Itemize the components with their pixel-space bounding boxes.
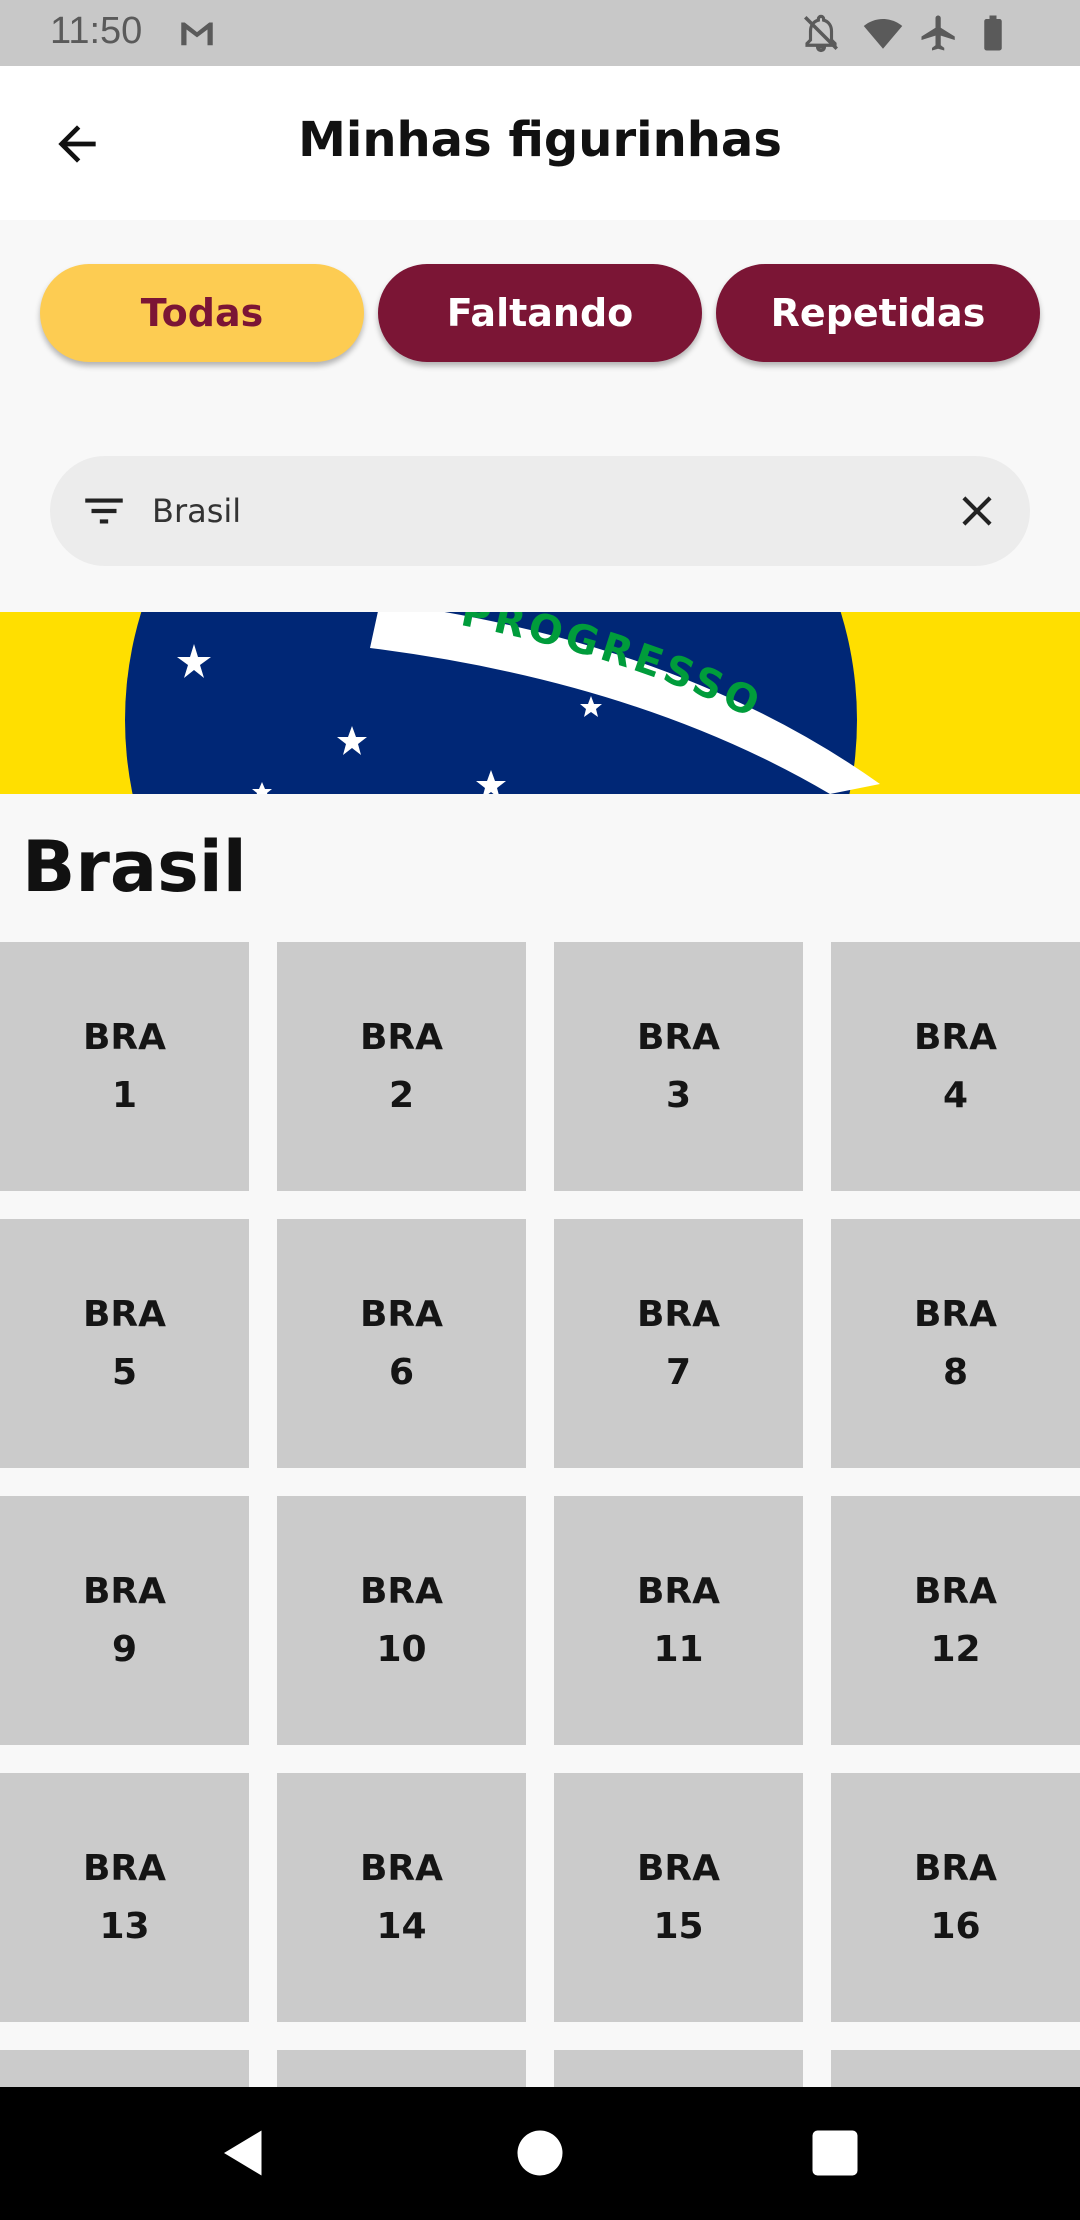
sticker-number: 4 xyxy=(942,1074,969,1116)
tab-todas[interactable]: Todas xyxy=(40,264,364,362)
filter-tabs: Todas Faltando Repetidas xyxy=(40,264,1040,362)
sticker-card[interactable]: BRA 4 xyxy=(831,942,1080,1191)
sticker-code: BRA xyxy=(913,1570,998,1612)
sticker-number: 6 xyxy=(388,1351,415,1393)
sticker-code: BRA xyxy=(359,1016,444,1058)
sticker-grid: BRA 1 BRA 2 BRA 3 BRA 4 BRA 5 BRA 6 BRA 7 BRA 8 … xyxy=(0,942,1080,2087)
notifications-off-icon xyxy=(804,14,838,53)
sticker-code: BRA xyxy=(636,1016,721,1058)
sticker-number: 16 xyxy=(930,1905,981,1947)
sticker-card[interactable]: BRA 11 xyxy=(554,1496,803,1745)
sticker-code: BRA xyxy=(636,1847,721,1889)
home-nav-icon[interactable] xyxy=(510,2123,570,2183)
close-icon[interactable] xyxy=(952,486,1002,536)
sticker-code: BRA xyxy=(359,1293,444,1335)
sticker-code: BRA xyxy=(636,1293,721,1335)
sticker-code: BRA xyxy=(913,1293,998,1335)
sticker-card[interactable]: BRA 6 xyxy=(277,1219,526,1468)
sticker-number: 7 xyxy=(665,1351,692,1393)
sticker-card[interactable] xyxy=(554,2050,803,2087)
app-bar: Minhas figurinhas xyxy=(0,66,1080,220)
brazil-flag: PROGRESSO xyxy=(0,612,1080,794)
system-nav-bar xyxy=(0,2087,1080,2220)
back-nav-icon[interactable] xyxy=(214,2123,274,2183)
sticker-number: 3 xyxy=(665,1074,692,1116)
sticker-card[interactable] xyxy=(277,2050,526,2087)
sticker-number: 14 xyxy=(376,1905,427,1947)
tab-repetidas[interactable]: Repetidas xyxy=(716,264,1040,362)
sticker-card[interactable]: BRA 7 xyxy=(554,1219,803,1468)
gmail-icon xyxy=(181,22,213,46)
sticker-code: BRA xyxy=(359,1847,444,1889)
sticker-card[interactable] xyxy=(831,2050,1080,2087)
sticker-number: 15 xyxy=(653,1905,704,1947)
sticker-number: 10 xyxy=(376,1628,427,1670)
sticker-number: 13 xyxy=(99,1905,150,1947)
sticker-number: 8 xyxy=(942,1351,969,1393)
sticker-code: BRA xyxy=(82,1570,167,1612)
sticker-card[interactable]: BRA 12 xyxy=(831,1496,1080,1745)
sticker-card[interactable]: BRA 15 xyxy=(554,1773,803,2022)
sticker-code: BRA xyxy=(82,1293,167,1335)
sticker-card[interactable]: BRA 9 xyxy=(0,1496,249,1745)
search-bar xyxy=(50,456,1030,566)
sticker-number: 11 xyxy=(653,1628,704,1670)
sticker-card[interactable]: BRA 13 xyxy=(0,1773,249,2022)
status-bar: 11:50 xyxy=(0,0,1080,66)
search-input[interactable] xyxy=(150,480,894,542)
sticker-card[interactable]: BRA 3 xyxy=(554,942,803,1191)
sticker-code: BRA xyxy=(636,1570,721,1612)
sticker-card[interactable]: BRA 10 xyxy=(277,1496,526,1745)
sticker-card[interactable] xyxy=(0,2050,249,2087)
airplane-mode-icon xyxy=(921,15,955,51)
brazil-flag-banner: PROGRESSO xyxy=(0,612,1080,794)
sticker-number: 5 xyxy=(111,1351,138,1393)
sticker-code: BRA xyxy=(913,1016,998,1058)
sticker-code: BRA xyxy=(82,1016,167,1058)
sticker-code: BRA xyxy=(82,1847,167,1889)
sticker-code: BRA xyxy=(913,1847,998,1889)
sticker-card[interactable]: BRA 2 xyxy=(277,942,526,1191)
battery-icon xyxy=(984,15,1002,51)
sticker-card[interactable]: BRA 5 xyxy=(0,1219,249,1468)
sticker-card[interactable]: BRA 1 xyxy=(0,942,249,1191)
sticker-number: 9 xyxy=(111,1628,138,1670)
status-time: 11:50 xyxy=(50,10,143,52)
sticker-card[interactable]: BRA 8 xyxy=(831,1219,1080,1468)
sticker-number: 1 xyxy=(111,1074,138,1116)
section-title: Brasil xyxy=(22,826,247,908)
sticker-code: BRA xyxy=(359,1570,444,1612)
recents-nav-icon[interactable] xyxy=(805,2123,865,2183)
page-title: Minhas figurinhas xyxy=(298,112,782,168)
sticker-card[interactable]: BRA 16 xyxy=(831,1773,1080,2022)
wifi-icon xyxy=(863,19,903,49)
sticker-number: 2 xyxy=(388,1074,415,1116)
tab-faltando[interactable]: Faltando xyxy=(378,264,702,362)
sticker-card[interactable]: BRA 14 xyxy=(277,1773,526,2022)
sticker-number: 12 xyxy=(930,1628,981,1670)
filter-list-icon xyxy=(85,498,123,524)
